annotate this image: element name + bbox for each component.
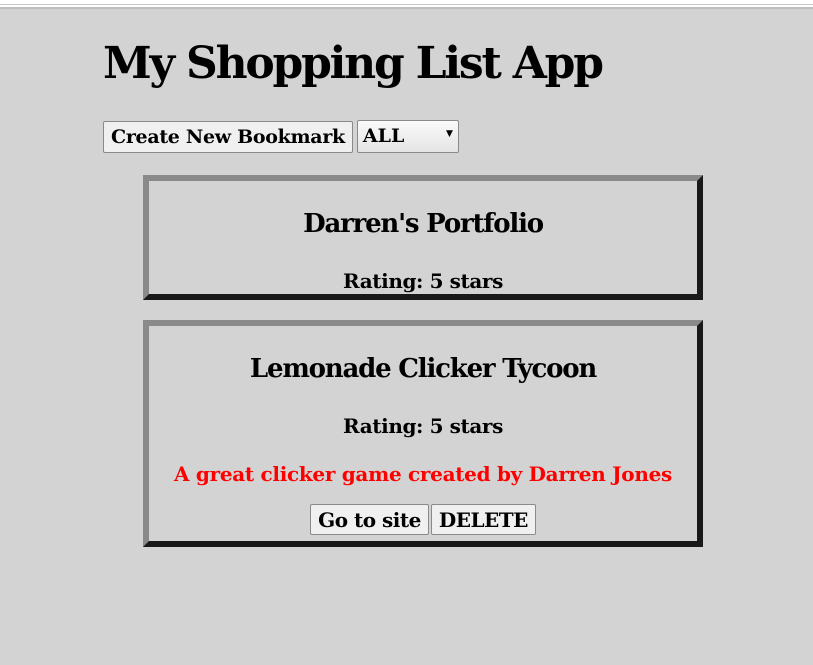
bookmark-card-expanded[interactable]: Lemonade Clicker Tycoon Rating: 5 stars … bbox=[143, 320, 703, 547]
bookmark-title: Darren's Portfolio bbox=[303, 209, 544, 239]
bookmark-card[interactable]: Darren's Portfolio Rating: 5 stars bbox=[143, 175, 703, 300]
browser-top-edge bbox=[0, 0, 813, 9]
toolbar: Create New Bookmark ALL ▼ bbox=[103, 120, 459, 153]
bookmark-rating: Rating: 5 stars bbox=[343, 414, 503, 438]
dropdown-arrow-icon: ▼ bbox=[445, 129, 453, 139]
bookmark-rating: Rating: 5 stars bbox=[343, 269, 503, 293]
bookmark-title: Lemonade Clicker Tycoon bbox=[249, 354, 597, 384]
bookmark-description: A great clicker game created by Darren J… bbox=[174, 462, 672, 486]
create-bookmark-button[interactable]: Create New Bookmark bbox=[103, 120, 353, 153]
bookmark-actions: Go to site DELETE bbox=[149, 504, 697, 535]
rating-filter-select[interactable]: ALL ▼ bbox=[356, 120, 459, 153]
filter-selected-value: ALL bbox=[362, 125, 405, 147]
delete-button[interactable]: DELETE bbox=[430, 504, 536, 535]
go-to-site-button[interactable]: Go to site bbox=[310, 504, 429, 535]
page-title: My Shopping List App bbox=[103, 38, 604, 89]
